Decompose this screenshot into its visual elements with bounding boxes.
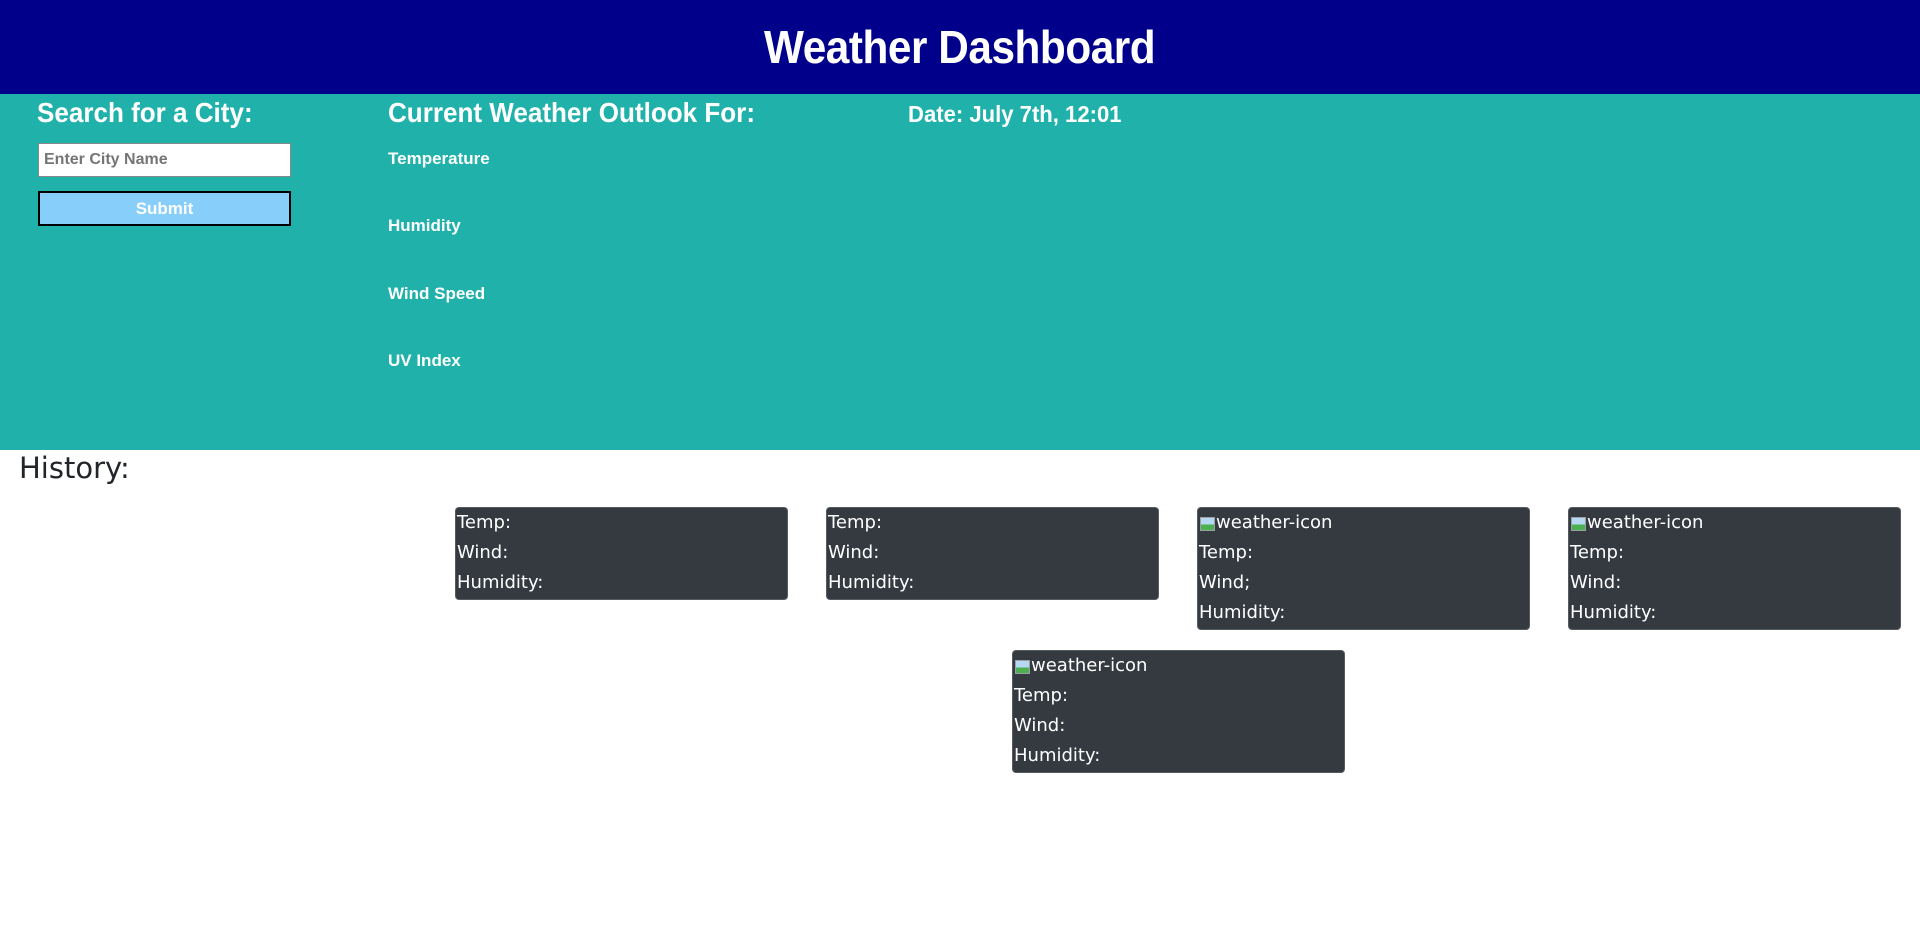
- weather-icon-placeholder: weather-icon: [1570, 508, 1899, 538]
- card-humidity: Humidity:: [1014, 745, 1101, 766]
- history-heading: History:: [19, 451, 130, 485]
- card-temp: Temp:: [457, 512, 512, 533]
- humidity-label: Humidity: [388, 216, 461, 235]
- card-wind: Wind;: [1199, 572, 1251, 593]
- broken-image-icon: [1570, 515, 1586, 531]
- app-header: Weather Dashboard: [0, 0, 1920, 94]
- forecast-card: weather-icon Temp: Wind: Humidity:: [1568, 507, 1901, 630]
- card-humidity: Humidity:: [828, 572, 915, 593]
- card-wind: Wind:: [828, 542, 880, 563]
- broken-image-icon: [1199, 515, 1215, 531]
- weather-icon-alt-text: weather-icon: [1587, 512, 1704, 533]
- weather-icon-alt-text: weather-icon: [1031, 655, 1148, 676]
- card-humidity: Humidity:: [457, 572, 544, 593]
- wind-speed-label: Wind Speed: [388, 284, 486, 303]
- broken-image-icon: [1014, 658, 1030, 674]
- temperature-label: Temperature: [388, 149, 490, 168]
- forecast-card: weather-icon Temp: Wind: Humidity:: [1012, 650, 1345, 773]
- card-temp: Temp:: [1570, 542, 1625, 563]
- uv-index-label: UV Index: [388, 351, 461, 370]
- weather-icon-placeholder: weather-icon: [1014, 651, 1343, 681]
- card-temp: Temp:: [1014, 685, 1069, 706]
- card-wind: Wind:: [1014, 715, 1066, 736]
- search-heading: Search for a City:: [37, 97, 253, 128]
- city-search-input[interactable]: [38, 143, 291, 177]
- card-humidity: Humidity:: [1570, 602, 1657, 623]
- current-weather-heading: Current Weather Outlook For:: [388, 97, 756, 128]
- card-temp: Temp:: [1199, 542, 1254, 563]
- card-wind: Wind:: [1570, 572, 1622, 593]
- current-date-label: Date: July 7th, 12:01: [908, 101, 1122, 127]
- card-humidity: Humidity:: [1199, 602, 1286, 623]
- page-title: Weather Dashboard: [764, 21, 1156, 73]
- weather-icon-alt-text: weather-icon: [1216, 512, 1333, 533]
- weather-icon-placeholder: weather-icon: [1199, 508, 1528, 538]
- card-wind: Wind:: [457, 542, 509, 563]
- card-temp: Temp:: [828, 512, 883, 533]
- submit-button[interactable]: Submit: [38, 191, 291, 226]
- forecast-card: Temp: Wind: Humidity:: [455, 507, 788, 600]
- forecast-card: Temp: Wind: Humidity:: [826, 507, 1159, 600]
- forecast-card: weather-icon Temp: Wind; Humidity:: [1197, 507, 1530, 630]
